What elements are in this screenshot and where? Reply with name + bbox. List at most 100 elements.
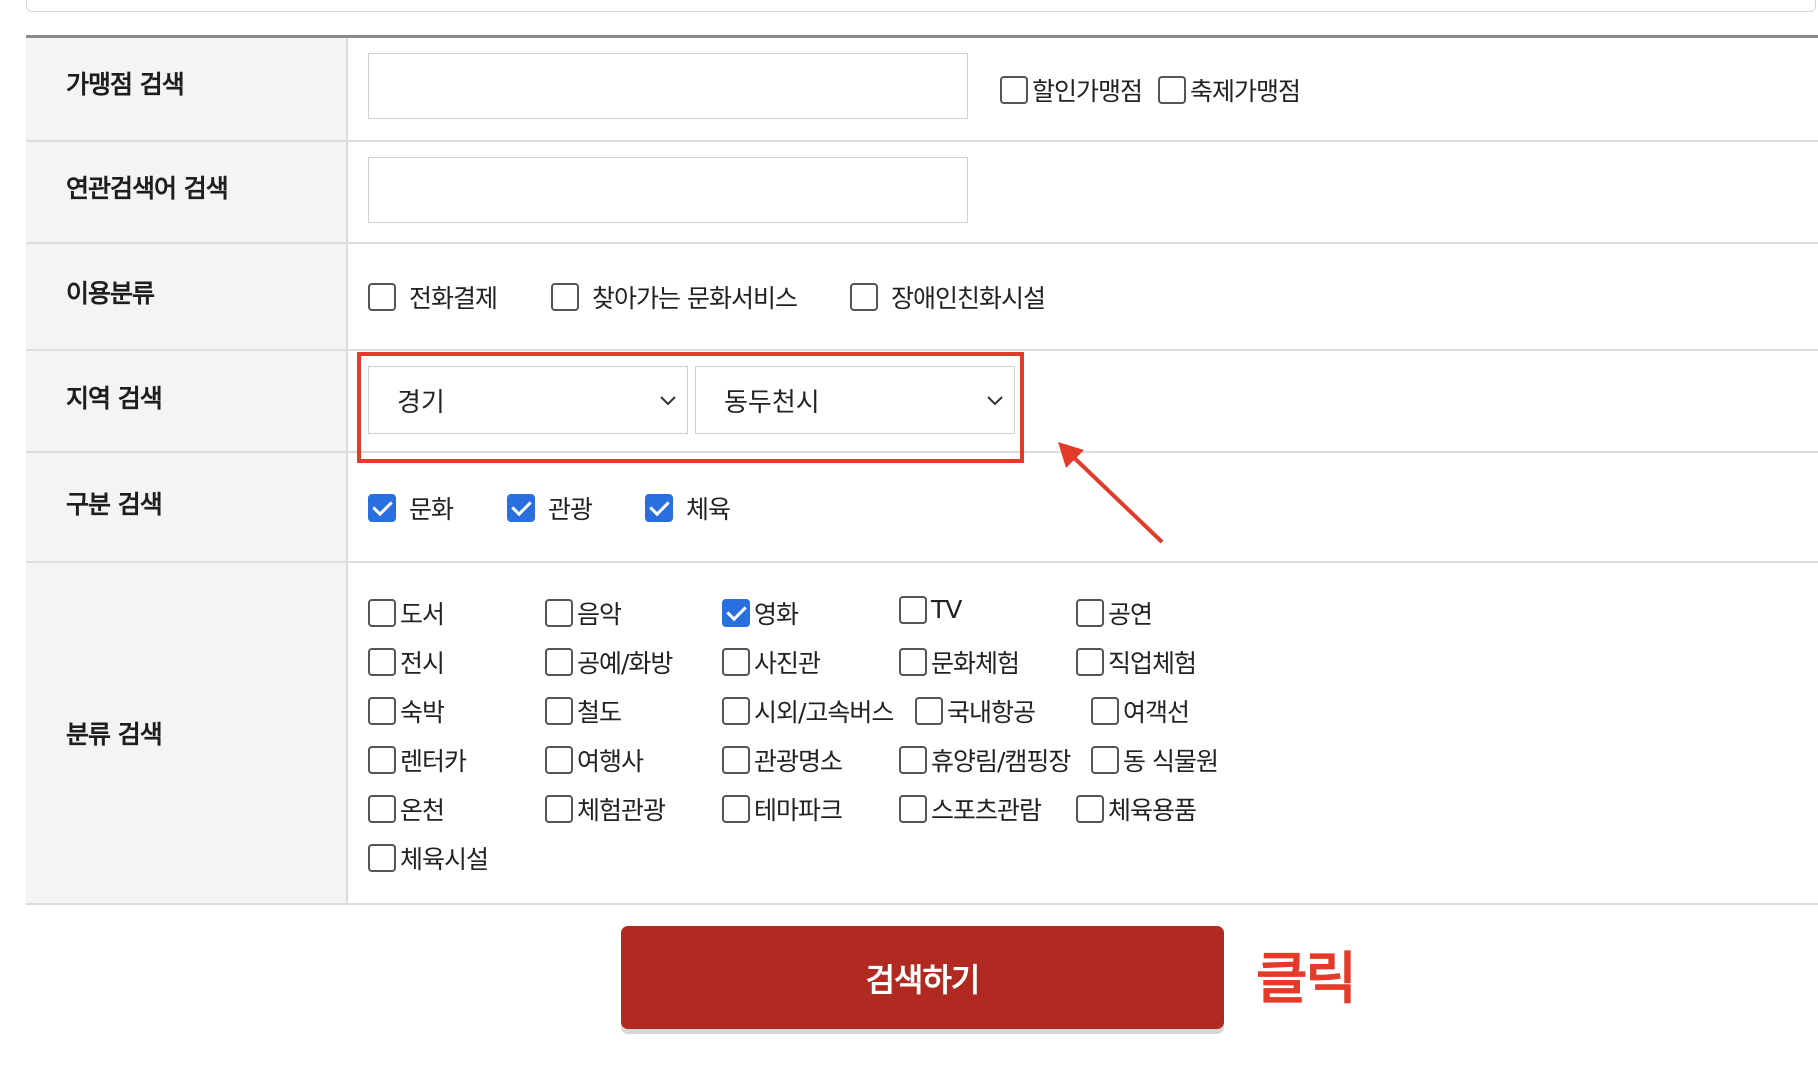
category-option[interactable]: 문화체험 <box>899 644 1020 680</box>
category-option[interactable]: 음악 <box>545 595 622 631</box>
category-option-label: 국내항공 <box>947 698 1036 727</box>
category-option-label: 렌터카 <box>400 747 467 776</box>
category-checkbox[interactable] <box>722 648 750 676</box>
category-checkbox[interactable] <box>545 599 573 627</box>
category-checkbox[interactable] <box>368 648 396 676</box>
category-option-label: 공연 <box>1108 600 1153 629</box>
option-tourism[interactable]: 관광 <box>507 490 593 526</box>
category-option[interactable]: 여객선 <box>1091 693 1190 729</box>
category-option-label: 음악 <box>577 600 622 629</box>
related-search-input[interactable] <box>368 157 968 223</box>
phone-payment-checkbox[interactable] <box>368 283 396 311</box>
category-option[interactable]: 사진관 <box>722 644 821 680</box>
search-form-table: 가맹점 검색 할인가맹점 축제가맹점 연관검색어 검색 이용분류 전화결제 찾아… <box>26 35 1818 905</box>
category-checkbox[interactable] <box>722 795 750 823</box>
option-disability-friendly[interactable]: 장애인친화시설 <box>850 279 1046 315</box>
category-option-label: 테마파크 <box>754 796 843 825</box>
category-option[interactable]: 직업체험 <box>1076 644 1197 680</box>
category-checkbox[interactable] <box>368 844 396 872</box>
category-checkbox[interactable] <box>722 697 750 725</box>
category-checkbox[interactable] <box>1091 697 1119 725</box>
category-option-label: 문화체험 <box>931 649 1020 678</box>
category-checkbox[interactable] <box>368 746 396 774</box>
search-button[interactable]: 검색하기 <box>621 926 1224 1029</box>
category-option[interactable]: 테마파크 <box>722 791 843 827</box>
store-search-input[interactable] <box>368 53 968 119</box>
category-option-label: 휴양림/캠핑장 <box>931 747 1071 776</box>
annotation-arrow-icon <box>1058 442 1164 544</box>
festival-store-checkbox[interactable] <box>1158 76 1186 104</box>
category-checkbox[interactable] <box>899 795 927 823</box>
category-option-label: 영화 <box>754 600 799 629</box>
discount-store-checkbox[interactable] <box>1000 76 1028 104</box>
category-checkbox[interactable] <box>545 648 573 676</box>
category-option-label: 동 식물원 <box>1123 747 1219 776</box>
category-option[interactable]: 관광명소 <box>722 742 843 778</box>
category-option[interactable]: 온천 <box>368 791 445 827</box>
culture-checkbox[interactable] <box>368 494 396 522</box>
category-checkbox[interactable] <box>368 599 396 627</box>
category-checkbox[interactable] <box>545 697 573 725</box>
category-option[interactable]: 국내항공 <box>915 693 1036 729</box>
row-usage-category: 이용분류 전화결제 찾아가는 문화서비스 장애인친화시설 <box>26 244 1818 351</box>
category-checkbox[interactable] <box>1076 599 1104 627</box>
category-option[interactable]: 체험관광 <box>545 791 666 827</box>
category-option[interactable]: 도서 <box>368 595 445 631</box>
option-culture[interactable]: 문화 <box>368 490 454 526</box>
city-select[interactable]: 동두천시 <box>695 366 1015 434</box>
category-option[interactable]: 여행사 <box>545 742 644 778</box>
category-checkbox[interactable] <box>1076 795 1104 823</box>
category-checkbox[interactable] <box>545 795 573 823</box>
category-checkbox[interactable] <box>899 595 927 624</box>
category-option[interactable]: 공연 <box>1076 595 1153 631</box>
option-visiting-culture-service[interactable]: 찾아가는 문화서비스 <box>551 279 798 315</box>
option-festival-store[interactable]: 축제가맹점 <box>1158 72 1301 108</box>
type-search-label: 구분 검색 <box>26 453 348 561</box>
category-option-label: 체육시설 <box>400 845 489 874</box>
category-option-label: 관광명소 <box>754 747 843 776</box>
region-search-label: 지역 검색 <box>26 351 348 451</box>
category-checkbox[interactable] <box>368 795 396 823</box>
category-option[interactable]: 체육용품 <box>1076 791 1197 827</box>
option-sports[interactable]: 체육 <box>645 490 731 526</box>
category-option-label: 직업체험 <box>1108 649 1197 678</box>
category-checkbox[interactable] <box>545 746 573 774</box>
click-annotation: 클릭 <box>1256 947 1357 1012</box>
category-option-label: 시외/고속버스 <box>754 698 894 727</box>
category-checkbox[interactable] <box>1076 648 1104 676</box>
category-option[interactable]: 시외/고속버스 <box>722 693 894 729</box>
tourism-checkbox[interactable] <box>507 494 535 522</box>
category-option[interactable]: 동 식물원 <box>1091 742 1219 778</box>
category-option[interactable]: 스포츠관람 <box>899 791 1042 827</box>
chevron-down-icon <box>660 396 676 406</box>
category-option-label: 스포츠관람 <box>931 796 1042 825</box>
top-panel-edge <box>26 0 1816 12</box>
category-checkbox[interactable] <box>722 599 750 627</box>
related-search-label: 연관검색어 검색 <box>26 142 348 242</box>
row-related-search: 연관검색어 검색 <box>26 142 1818 244</box>
option-phone-payment[interactable]: 전화결제 <box>368 279 498 315</box>
sports-checkbox[interactable] <box>645 494 673 522</box>
category-option[interactable]: 철도 <box>545 693 622 729</box>
province-select[interactable]: 경기 <box>368 366 688 434</box>
visiting-culture-service-checkbox[interactable] <box>551 283 579 311</box>
category-option[interactable]: 공예/화방 <box>545 644 673 680</box>
category-option[interactable]: 전시 <box>368 644 445 680</box>
category-checkbox[interactable] <box>1091 746 1119 774</box>
disability-friendly-checkbox[interactable] <box>850 283 878 311</box>
category-checkbox[interactable] <box>722 746 750 774</box>
category-option-label: 체육용품 <box>1108 796 1197 825</box>
category-option[interactable]: 체육시설 <box>368 840 489 876</box>
category-option[interactable]: TV <box>899 595 962 624</box>
category-option-label: 전시 <box>400 649 445 678</box>
category-option[interactable]: 영화 <box>722 595 799 631</box>
category-option-label: 온천 <box>400 796 445 825</box>
category-checkbox[interactable] <box>368 697 396 725</box>
category-checkbox[interactable] <box>899 648 927 676</box>
category-checkbox[interactable] <box>899 746 927 774</box>
category-option[interactable]: 렌터카 <box>368 742 467 778</box>
option-discount-store[interactable]: 할인가맹점 <box>1000 72 1143 108</box>
category-option[interactable]: 숙박 <box>368 693 445 729</box>
category-option[interactable]: 휴양림/캠핑장 <box>899 742 1071 778</box>
category-checkbox[interactable] <box>915 697 943 725</box>
